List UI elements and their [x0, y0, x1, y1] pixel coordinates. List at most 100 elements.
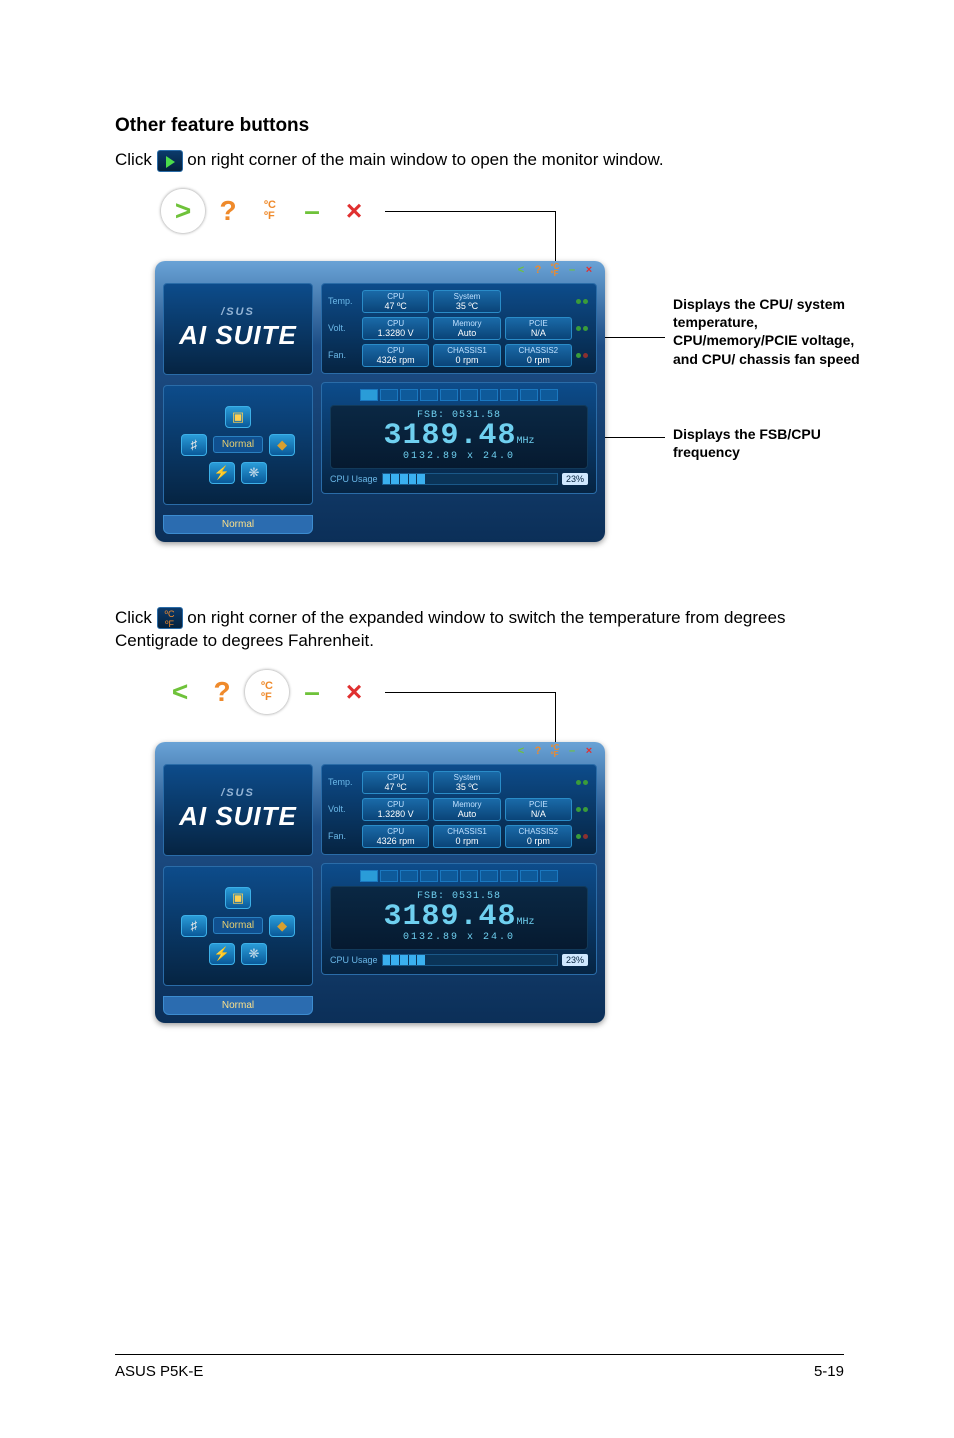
collapse-icon[interactable] — [161, 673, 199, 711]
lcd-display: FSB: 0531.58 3189.48MHz 0132.89 x 24.0 — [330, 405, 588, 469]
sys-temp-cell: System35 ºC — [433, 290, 500, 313]
minimize-icon-small[interactable]: – — [564, 263, 580, 277]
cpu-temp-cell: CPU47 ºC — [362, 290, 429, 313]
freq-tab[interactable] — [480, 870, 498, 882]
intro-paragraph-1: Click on right corner of the main window… — [115, 149, 844, 172]
minimize-icon[interactable] — [293, 673, 331, 711]
temp-unit-icon-small[interactable]: ºCºF — [547, 263, 563, 277]
v: Auto — [458, 809, 477, 819]
suite-text: AI SUITE — [179, 801, 297, 832]
close-icon-small[interactable]: × — [581, 744, 597, 758]
mode-power-icon[interactable]: ⚡ — [209, 462, 235, 484]
mode-oc-icon[interactable]: ◆ — [269, 915, 295, 937]
v: 0 rpm — [527, 836, 550, 846]
freq-tab[interactable] — [540, 870, 558, 882]
minimize-icon-small[interactable]: – — [564, 744, 580, 758]
fan-status-dots — [576, 353, 590, 358]
freq-tab[interactable] — [520, 389, 538, 401]
cpu-usage-label: CPU Usage — [330, 474, 378, 484]
cpu-usage-bar — [382, 954, 558, 966]
freq-tab[interactable] — [460, 389, 478, 401]
temp-unit-icon[interactable]: ºCºF — [251, 192, 289, 230]
temp-label: Temp. — [328, 777, 358, 787]
mode-fan-icon[interactable]: ❋ — [241, 462, 267, 484]
status-bar: Normal — [163, 515, 313, 534]
ch2-fan-head: CHASSIS2 — [519, 346, 559, 355]
mode-power-icon[interactable]: ⚡ — [209, 943, 235, 965]
freq-tab[interactable] — [380, 870, 398, 882]
cpu-fan-val: 4326 rpm — [377, 355, 415, 365]
ch2-fan-cell: CHASSIS20 rpm — [505, 344, 572, 367]
freq-tab[interactable] — [420, 389, 438, 401]
lcd-display: FSB: 0531.58 3189.48MHz 0132.89 x 24.0 — [330, 886, 588, 950]
cpu-freq-unit: MHz — [517, 436, 535, 447]
mode-monitor-icon[interactable]: ▣ — [225, 887, 251, 909]
ch1-fan-cell: CHASSIS10 rpm — [433, 825, 500, 848]
h: CHASSIS2 — [519, 827, 559, 836]
freq-tab[interactable] — [440, 389, 458, 401]
freq-tab[interactable] — [360, 870, 378, 882]
minimize-icon[interactable] — [293, 192, 331, 230]
intro-paragraph-2: Click ºCºF on right corner of the expand… — [115, 607, 844, 653]
freq-tab[interactable] — [520, 870, 538, 882]
freq-tab[interactable] — [360, 389, 378, 401]
pcie-volt-cell: PCIEN/A — [505, 798, 572, 821]
pcie-volt-cell: PCIEN/A — [505, 317, 572, 340]
leader-line — [605, 437, 665, 438]
collapse-icon[interactable]: < — [513, 263, 529, 277]
collapse-icon-small[interactable]: < — [513, 744, 529, 758]
sys-temp-val: 35 ºC — [456, 301, 478, 311]
leader-line — [555, 211, 556, 261]
freq-tabs — [330, 870, 588, 882]
help-icon[interactable] — [209, 192, 247, 230]
cpu-volt-head: CPU — [387, 319, 404, 328]
brand-text: /SUS — [221, 306, 255, 318]
freq-tab[interactable] — [380, 389, 398, 401]
mode-current-label: Normal — [213, 917, 263, 934]
ch1-fan-head: CHASSIS1 — [447, 346, 487, 355]
help-icon[interactable] — [203, 673, 241, 711]
help-icon-small[interactable]: ? — [530, 744, 546, 758]
leader-line — [385, 692, 555, 693]
para1-after: on right corner of the main window to op… — [187, 150, 663, 169]
mode-fan-icon[interactable]: ❋ — [241, 943, 267, 965]
freq-tab[interactable] — [420, 870, 438, 882]
dots — [576, 807, 590, 812]
cpu-temp-head: CPU — [387, 292, 404, 301]
mode-tune-icon[interactable]: ♯ — [181, 434, 207, 456]
freq-tab[interactable] — [500, 870, 518, 882]
section-heading: Other feature buttons — [115, 115, 844, 137]
freq-tab[interactable] — [500, 389, 518, 401]
h: CHASSIS1 — [447, 827, 487, 836]
cpu-usage-pct: 23% — [562, 954, 588, 966]
cpu-temp-cell: CPU47 ºC — [362, 771, 429, 794]
close-icon-small[interactable]: × — [581, 263, 597, 277]
v: N/A — [531, 809, 546, 819]
temp-unit-button-circled[interactable]: ºCºF — [245, 670, 289, 714]
mode-monitor-icon[interactable]: ▣ — [225, 406, 251, 428]
h: CPU — [387, 800, 404, 809]
ai-suite-window-2: < ? ºCºF – × /SUS AI SUITE ▣ ♯ Normal ◆ — [155, 742, 605, 1023]
pcie-volt-head: PCIE — [529, 319, 548, 328]
h: Memory — [453, 800, 482, 809]
mem-volt-cell: MemoryAuto — [433, 798, 500, 821]
freq-tab[interactable] — [400, 389, 418, 401]
help-icon-small[interactable]: ? — [530, 263, 546, 277]
cpu-fan-cell: CPU4326 rpm — [362, 344, 429, 367]
cpu-fan-head: CPU — [387, 346, 404, 355]
freq-tab[interactable] — [480, 389, 498, 401]
freq-tab[interactable] — [440, 870, 458, 882]
mode-oc-icon[interactable]: ◆ — [269, 434, 295, 456]
volt-row: Volt. CPU1.3280 V MemoryAuto PCIEN/A — [328, 317, 590, 340]
temp-unit-icon-small[interactable]: ºCºF — [547, 744, 563, 758]
freq-tab[interactable] — [540, 389, 558, 401]
readings-panel: Temp. CPU47 ºC System35 ºC .. Volt. CPU1… — [321, 764, 597, 855]
h: CPU — [387, 773, 404, 782]
freq-tab[interactable] — [460, 870, 478, 882]
mode-tune-icon[interactable]: ♯ — [181, 915, 207, 937]
close-icon[interactable] — [335, 673, 373, 711]
freq-tab[interactable] — [400, 870, 418, 882]
close-icon[interactable] — [335, 192, 373, 230]
status-bar: Normal — [163, 996, 313, 1015]
expand-button-circled[interactable] — [161, 189, 205, 233]
